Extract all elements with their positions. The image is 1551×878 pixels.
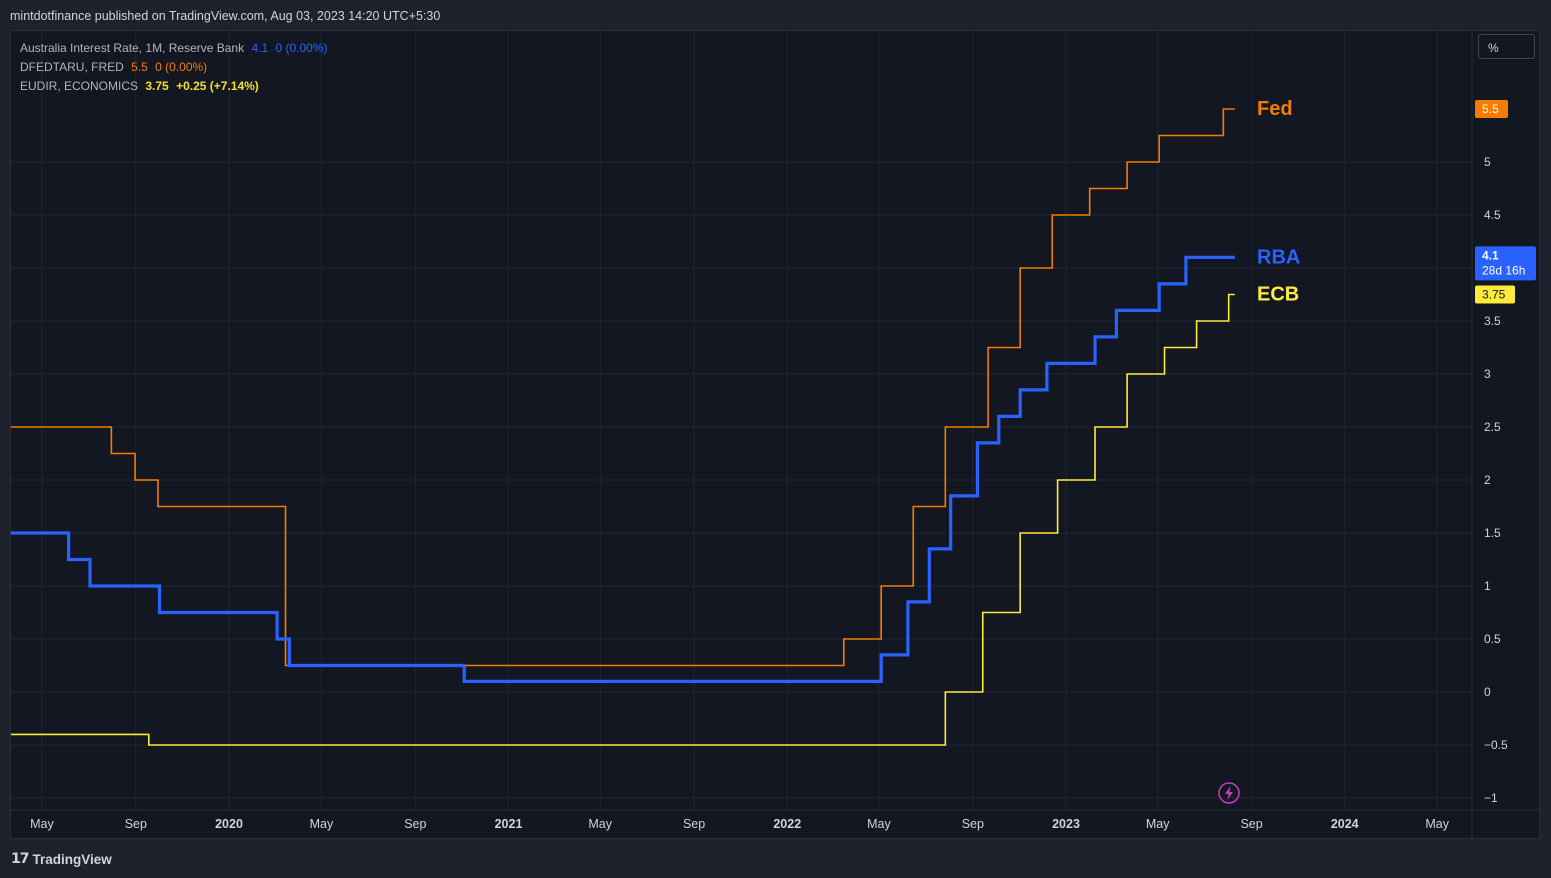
legend-row-ecb[interactable]: EUDIR, ECONOMICS 3.75 +0.25 (+7.14%) bbox=[20, 77, 332, 96]
x-tick-label: 2020 bbox=[215, 817, 243, 831]
price-tag-countdown-rba: 28d 16h bbox=[1482, 263, 1525, 277]
legend-row-rba[interactable]: Australia Interest Rate, 1M, Reserve Ban… bbox=[20, 39, 332, 58]
y-tick-label: 0.5 bbox=[1484, 632, 1501, 646]
x-tick-label: Sep bbox=[962, 817, 984, 831]
y-tick-label: 1 bbox=[1484, 579, 1491, 593]
tradingview-logo-text: TradingView bbox=[32, 851, 112, 867]
x-tick-label: Sep bbox=[125, 817, 147, 831]
legend-value-fed: 5.5 bbox=[131, 60, 148, 74]
y-tick-label: 0 bbox=[1484, 685, 1491, 699]
legend-row-fed[interactable]: DFEDTARU, FRED 5.5 0 (0.00%) bbox=[20, 58, 332, 77]
legend-value-ecb: 3.75 bbox=[145, 79, 169, 93]
y-tick-label: 3.5 bbox=[1484, 314, 1501, 328]
x-tick-label: 2023 bbox=[1052, 817, 1080, 831]
x-tick-label: May bbox=[30, 817, 54, 831]
x-tick-label: 2022 bbox=[773, 817, 801, 831]
legend-name-rba: Australia Interest Rate, 1M, Reserve Ban… bbox=[20, 41, 245, 55]
x-tick-label: May bbox=[588, 817, 612, 831]
x-tick-label: Sep bbox=[683, 817, 705, 831]
footer: 17 TradingView bbox=[0, 840, 1551, 878]
y-tick-label: 3 bbox=[1484, 367, 1491, 381]
percent-scale-button[interactable]: % bbox=[1478, 34, 1535, 59]
legend-change-rba: 0 (0.00%) bbox=[275, 41, 328, 55]
price-tag-value-ecb: 3.75 bbox=[1482, 288, 1506, 302]
price-tag-value-rba: 4.1 bbox=[1482, 248, 1499, 262]
y-tick-label: 2 bbox=[1484, 473, 1491, 487]
tradingview-logo[interactable]: 17 TradingView bbox=[11, 850, 112, 868]
series-line-fed bbox=[11, 108, 1235, 667]
price-tag-value-fed: 5.5 bbox=[1482, 102, 1499, 116]
series-label-fed: Fed bbox=[1257, 98, 1293, 120]
series-label-ecb: ECB bbox=[1257, 284, 1299, 306]
legend-value-rba: 4.1 bbox=[251, 41, 269, 55]
y-tick-label: 4.5 bbox=[1484, 208, 1501, 222]
legend-name-ecb: EUDIR, ECONOMICS bbox=[20, 79, 139, 93]
legend-change-fed: 0 (0.00%) bbox=[155, 60, 208, 74]
x-tick-label: Sep bbox=[404, 817, 426, 831]
x-tick-label: 2024 bbox=[1331, 817, 1359, 831]
x-tick-label: May bbox=[1146, 817, 1170, 831]
x-tick-label: May bbox=[1425, 817, 1449, 831]
series-label-rba: RBA bbox=[1257, 246, 1300, 268]
chart-canvas[interactable]: −1−0.500.511.522.533.544.55MaySep2020May… bbox=[0, 0, 1551, 878]
x-tick-label: May bbox=[867, 817, 891, 831]
x-tick-label: Sep bbox=[1240, 817, 1262, 831]
y-tick-label: −1 bbox=[1484, 791, 1498, 805]
lightning-icon[interactable] bbox=[1218, 782, 1240, 804]
tradingview-logo-icon: 17 bbox=[11, 851, 30, 867]
x-tick-label: 2021 bbox=[495, 817, 523, 831]
y-tick-label: 2.5 bbox=[1484, 420, 1501, 434]
series-legend: Australia Interest Rate, 1M, Reserve Ban… bbox=[20, 39, 332, 96]
y-tick-label: −0.5 bbox=[1484, 738, 1508, 752]
legend-name-fed: DFEDTARU, FRED bbox=[20, 60, 124, 74]
y-tick-label: 5 bbox=[1484, 155, 1491, 169]
y-tick-label: 1.5 bbox=[1484, 526, 1501, 540]
x-tick-label: May bbox=[310, 817, 334, 831]
legend-change-ecb: +0.25 (+7.14%) bbox=[176, 79, 259, 93]
